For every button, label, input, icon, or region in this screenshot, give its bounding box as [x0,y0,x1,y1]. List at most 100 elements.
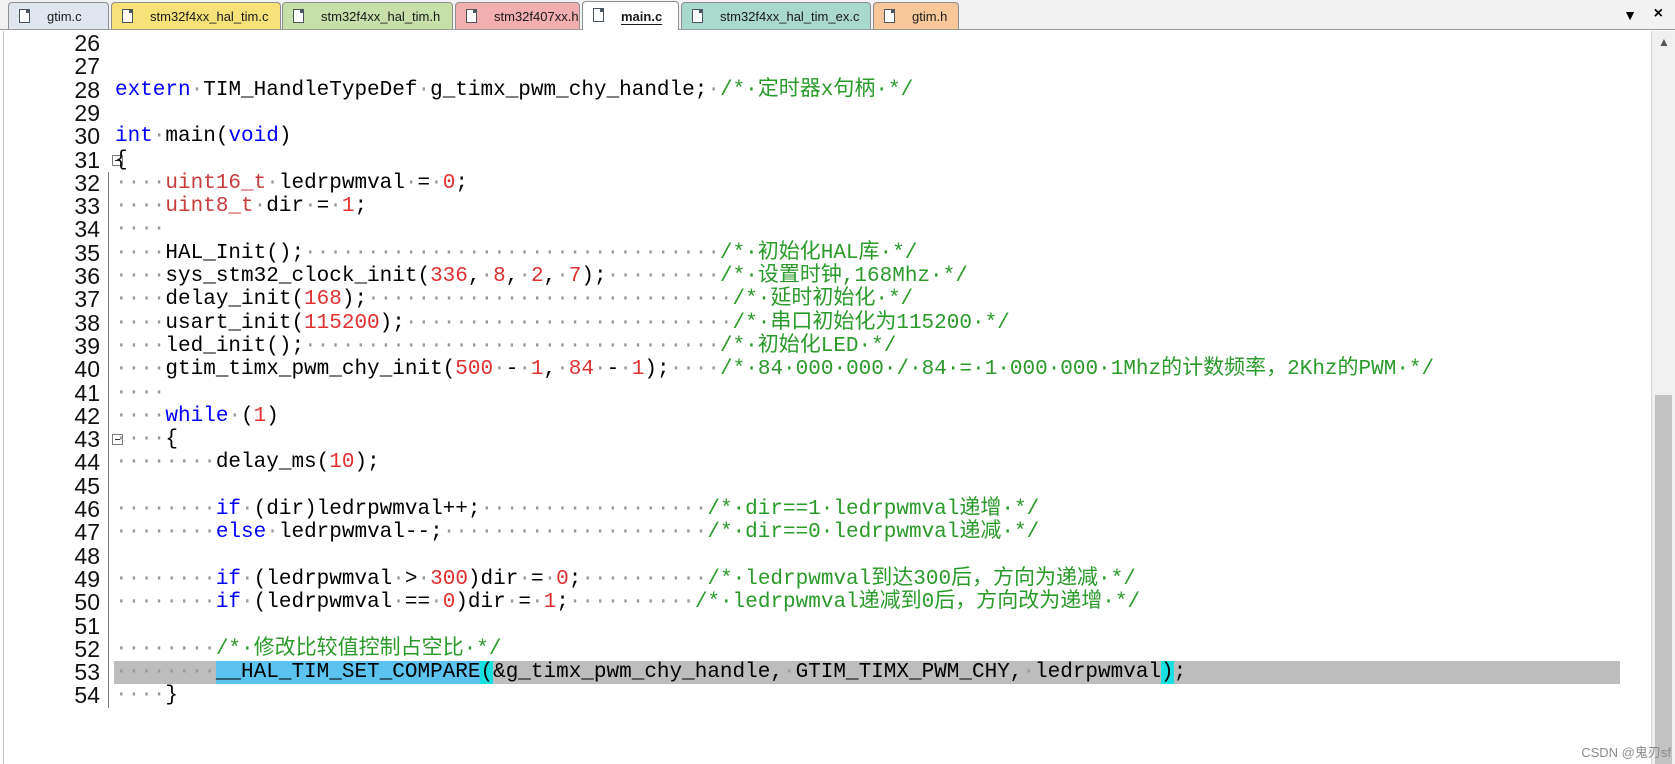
token: == [404,591,431,615]
token: delay_init( [165,288,305,312]
token: ; [455,171,468,195]
token: HAL_Init(); [165,241,305,265]
token: ········ [115,567,216,591]
token: = [417,171,431,195]
token: 84 [568,358,594,382]
token: > [404,567,418,591]
tab-main-c[interactable]: main.c [582,1,679,30]
code-editor[interactable]: 26 27 28 extern·TIM_HandleTypeDef·g_timx_pw… [0,31,1651,764]
token: /*·修改比较值控制占空比·*/ [215,637,502,661]
tab-stm32f4xx-hal-tim-c[interactable]: stm32f4xx_hal_tim.c [111,2,281,29]
token: ···· [115,334,166,358]
scroll-up-arrow-icon[interactable]: ▲ [1658,35,1670,49]
token: ) [266,404,279,428]
code-text: ········else·ledrpwmval--;··············… [115,521,1039,544]
code-line: 46 ········if·(dir)ledrpwmval++;·········… [0,498,1651,522]
token: ···· [115,218,166,242]
code-text: ···· [115,218,165,241]
code-line: 33 ····uint8_t·dir·=·1; [0,195,1651,219]
vertical-scrollbar[interactable]: ▲ [1651,31,1675,764]
token: main( [165,125,229,149]
code-line: 39 ····led_init();·······················… [0,332,1651,359]
token: · [518,265,531,288]
token: · [241,498,254,521]
line-number: 43 [74,426,100,453]
token: ········· [606,265,721,288]
token: · [430,171,443,195]
token: __HAL_TIM_SET_COMPARE [215,661,481,685]
tab-stm32f4xx-hal-tim-ex-c[interactable]: stm32f4xx_hal_tim_ex.c [681,2,871,29]
line-number: 41 [74,379,100,406]
token: (dir)ledrpwmval++; [253,498,481,521]
token: · [392,567,405,591]
token: delay_ms( [215,451,330,475]
token: ( [241,404,254,428]
token: ···· [115,358,166,382]
line-number: 51 [74,612,100,639]
close-tab-icon[interactable]: × [1654,5,1663,23]
scrollbar-thumb[interactable] [1655,395,1672,764]
tab-label: stm32f407xx.h [494,8,579,24]
tab-stm32f407xx-h[interactable]: stm32f407xx.h [455,2,580,29]
line-number: 29 [74,99,100,126]
token: ································· [304,241,720,265]
token: int [115,125,153,149]
tab-gtim-h[interactable]: gtim.h [873,2,959,29]
token: 8 [493,265,506,288]
tab-label: stm32f4xx_hal_tim.c [150,8,269,24]
token: , [505,265,519,288]
token: 7 [568,265,582,288]
token: 168 [304,288,342,312]
tab-list-dropdown-icon[interactable]: ▼ [1623,7,1637,23]
watermark: CSDN @鬼刃sf [1581,745,1671,760]
token: · [304,195,317,219]
token: ········ [115,661,216,685]
token: · [493,358,506,382]
token: ································· [304,334,720,358]
token: · [543,567,557,591]
token: ); [354,451,380,475]
token: GTIM_TIMX_PWM_CHY, [795,661,1023,685]
line-number: 31 [74,146,100,173]
token: ····················· [442,521,708,545]
token: /*·84·000·000·/·84·=·1·000·000·1Mhz的计数频率… [720,358,1435,382]
code-text: ····HAL_Init();·························… [115,242,917,265]
token: /*·dir==1·ledrpwmval递增·*/ [707,498,1040,521]
code-line: 41 ···· [0,379,1651,406]
token: g_timx_pwm_chy_handle; [430,78,708,102]
token: /*·dir==0·ledrpwmval递减·*/ [707,521,1040,545]
tab-stm32f4xx-hal-tim-h[interactable]: stm32f4xx_hal_tim.h [282,2,453,29]
line-number: 38 [74,309,100,336]
token: /*·串口初始化为115200·*/ [732,311,1010,335]
token: · [530,591,544,615]
tab-label: gtim.h [912,8,948,24]
token: · [480,265,494,288]
line-number: 50 [74,589,100,616]
code-text: ········if·(ledrpwmval·==·0)dir·=·1;····… [115,591,1140,614]
token: (ledrpwmval [253,567,393,591]
token: · [556,265,569,288]
token: &g_timx_pwm_chy_handle, [493,661,783,685]
token: ledrpwmval [278,171,405,195]
tab-label: gtim.c [47,8,82,24]
code-text: ····sys_stm32_clock_init(336,·8,·2,·7);·… [115,265,968,288]
token: ···· [115,241,166,265]
line-number: 39 [74,332,100,359]
line-number: 40 [74,356,100,383]
code-line: 35 ····HAL_Init();·······················… [0,241,1651,265]
token: · [593,358,607,382]
token: · [241,567,254,591]
token: ···· [115,684,166,708]
line-number: 28 [74,76,100,103]
token: ; [556,591,569,615]
tab-gtim-c[interactable]: gtim.c [8,2,109,29]
tab-label: main.c [621,8,663,24]
line-number: 30 [74,123,100,150]
token: · [1022,661,1036,685]
token: · [329,195,342,219]
token: 1 [543,591,557,615]
token: /*·定时器x句柄·*/ [719,78,914,102]
code-text: ····usart_init(115200);·················… [115,312,1010,335]
code-text: ········/*·修改比较值控制占空比·*/ [115,638,501,661]
token: } [165,684,179,708]
